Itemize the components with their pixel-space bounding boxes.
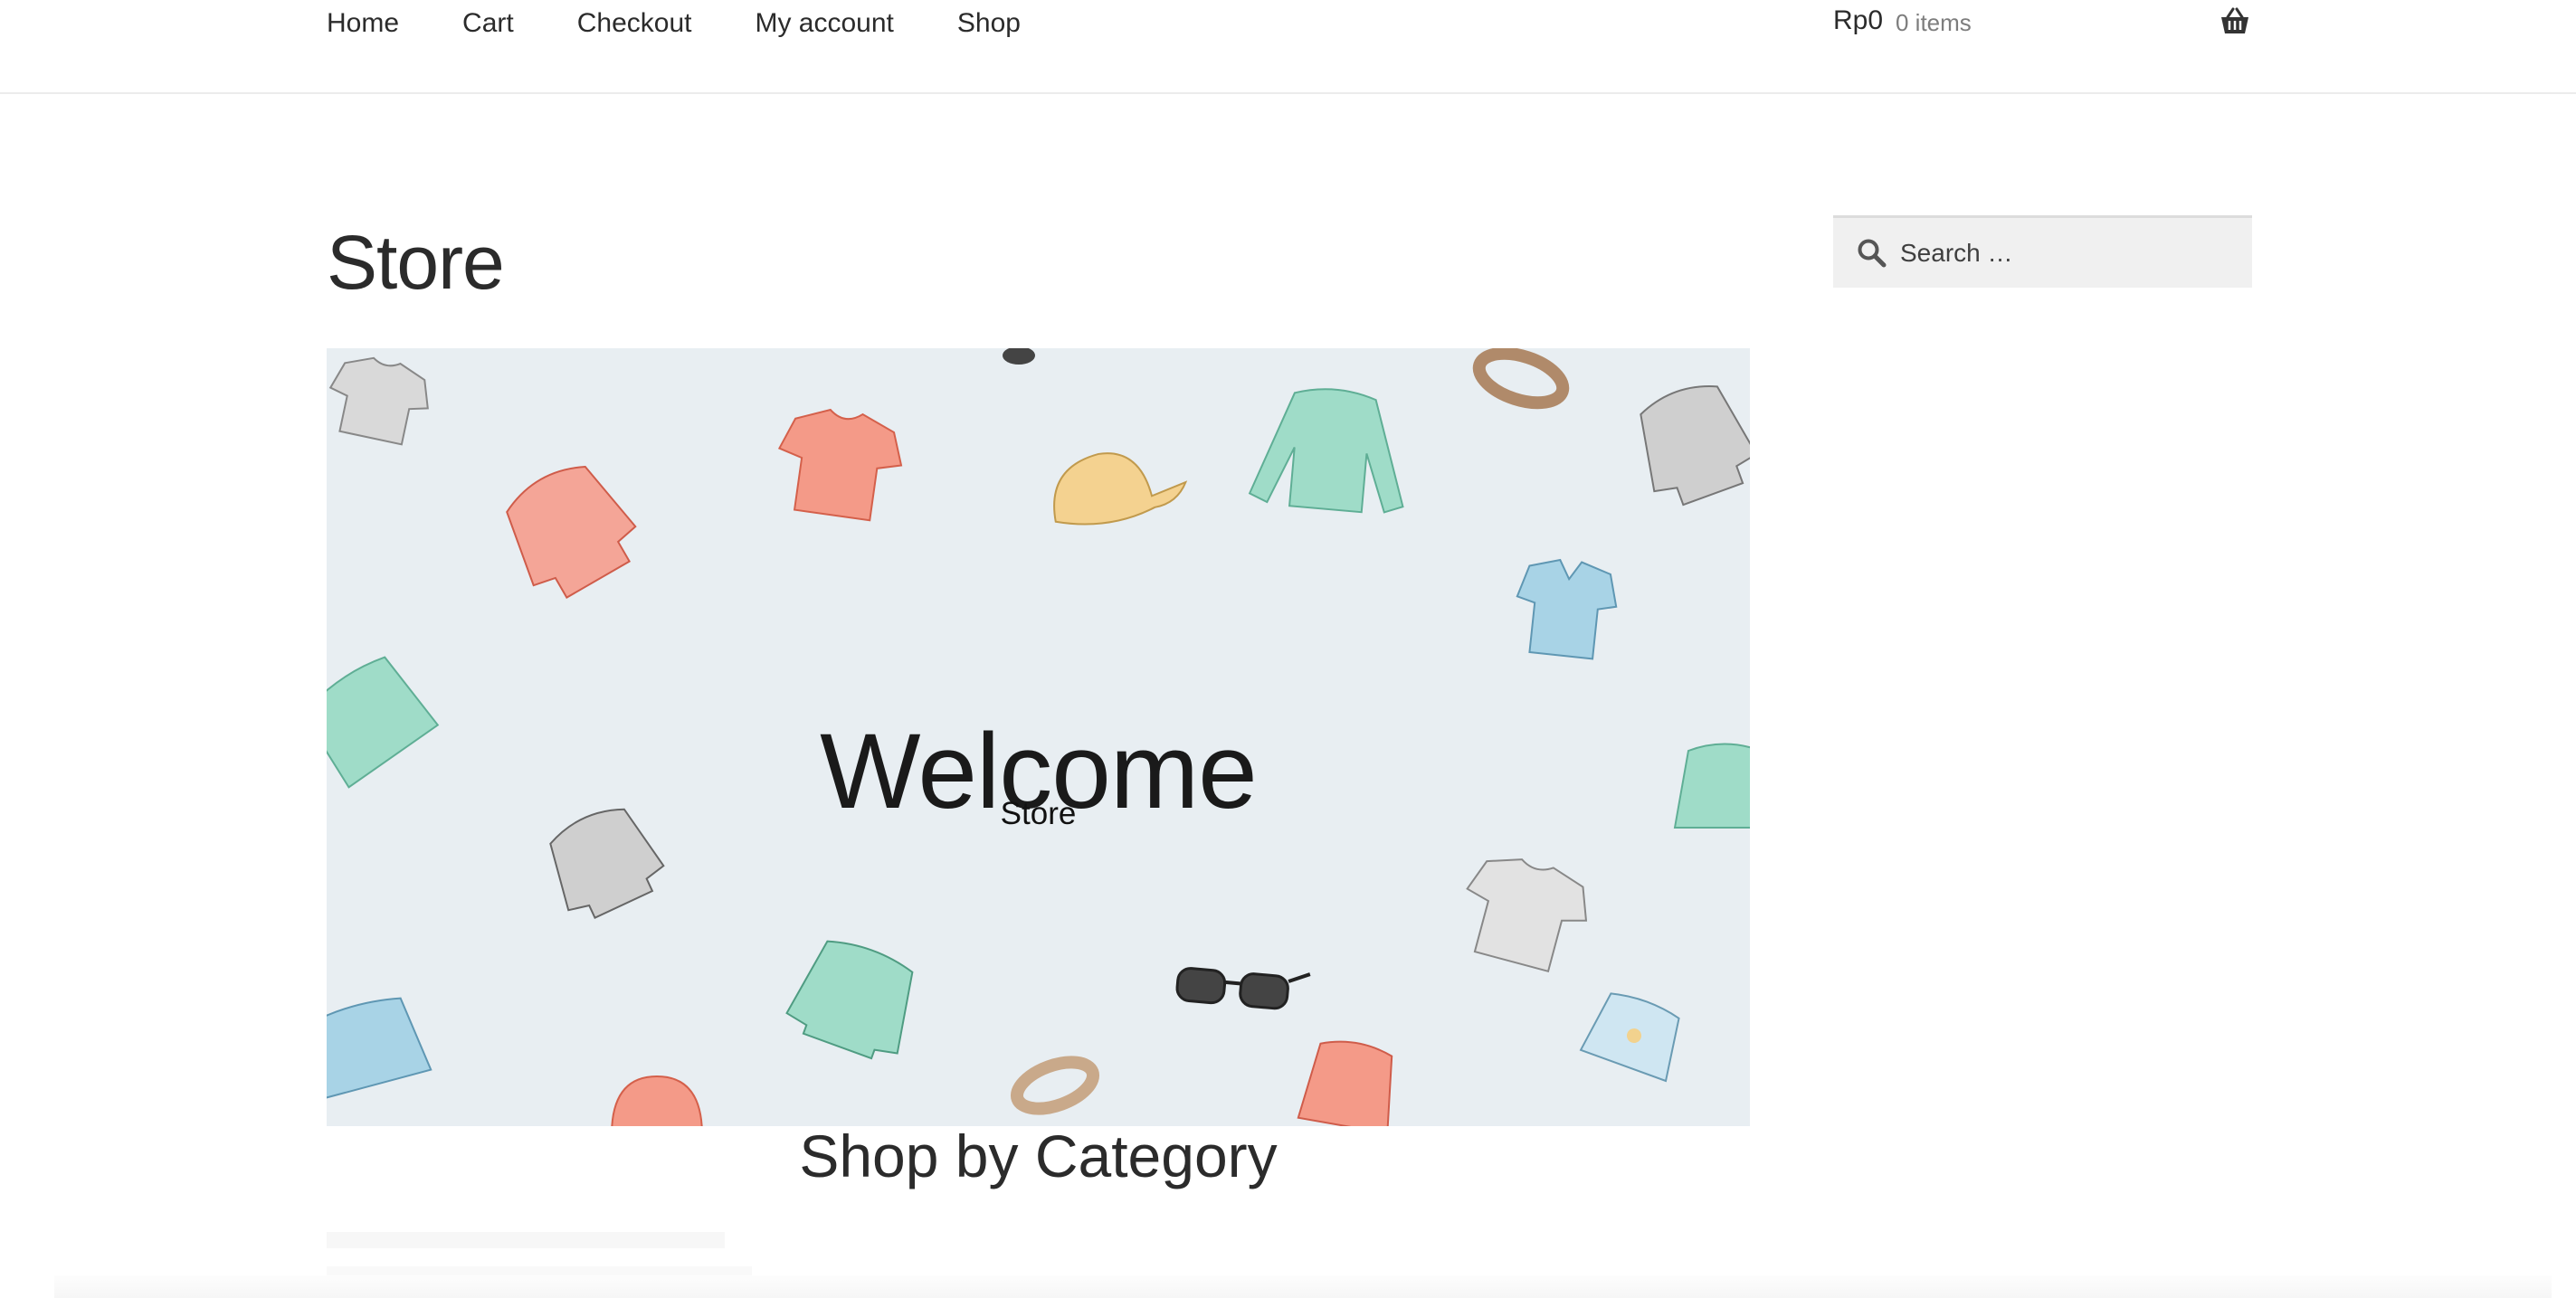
tshirt-illustration [328,356,429,446]
search-form [1833,215,2252,288]
jacket-illustration [785,940,914,1060]
nav-link-cart[interactable]: Cart [462,8,514,39]
glasses-illustration [1003,348,1035,365]
polo-illustration [1516,558,1618,660]
hero-subtitle: Store [1000,796,1077,831]
nav-link-checkout[interactable]: Checkout [577,8,692,39]
cap-illustration [1053,452,1188,526]
hoodie-illustration [1297,1040,1393,1126]
sunglasses-illustration [1175,967,1311,1010]
cart-item-count[interactable]: 0 items [1896,9,1972,37]
page-fade [54,1275,2552,1298]
basket-icon[interactable] [2219,7,2251,36]
search-input[interactable] [1898,225,2246,281]
belt-illustration [1010,1056,1100,1115]
hoodie-illustration [1640,385,1750,507]
cart-total[interactable]: Rp0 [1833,5,1883,36]
primary-navigation: Home Cart Checkout My account Shop [327,0,1084,47]
nav-link-shop[interactable]: Shop [957,8,1021,39]
tshirt-illustration [1466,858,1588,973]
jacket-illustration [327,997,433,1100]
hero-banner[interactable]: Welcome Store [327,348,1750,1126]
section-title: Shop by Category [799,1123,1278,1189]
hoodie-illustration [506,466,637,599]
page-title: Store [327,220,505,305]
nav-link-home[interactable]: Home [327,8,399,39]
belt-illustration [1472,348,1570,410]
longsleeve-illustration [1248,388,1404,514]
site-header: Home Cart Checkout My account Shop Rp0 0… [0,0,2576,94]
faded-content [327,1232,725,1248]
onesie-illustration [1579,992,1680,1083]
tshirt-illustration [777,408,903,522]
search-icon [1858,239,1887,268]
nav-link-my-account[interactable]: My account [755,8,893,39]
beanie-illustration [611,1075,703,1126]
